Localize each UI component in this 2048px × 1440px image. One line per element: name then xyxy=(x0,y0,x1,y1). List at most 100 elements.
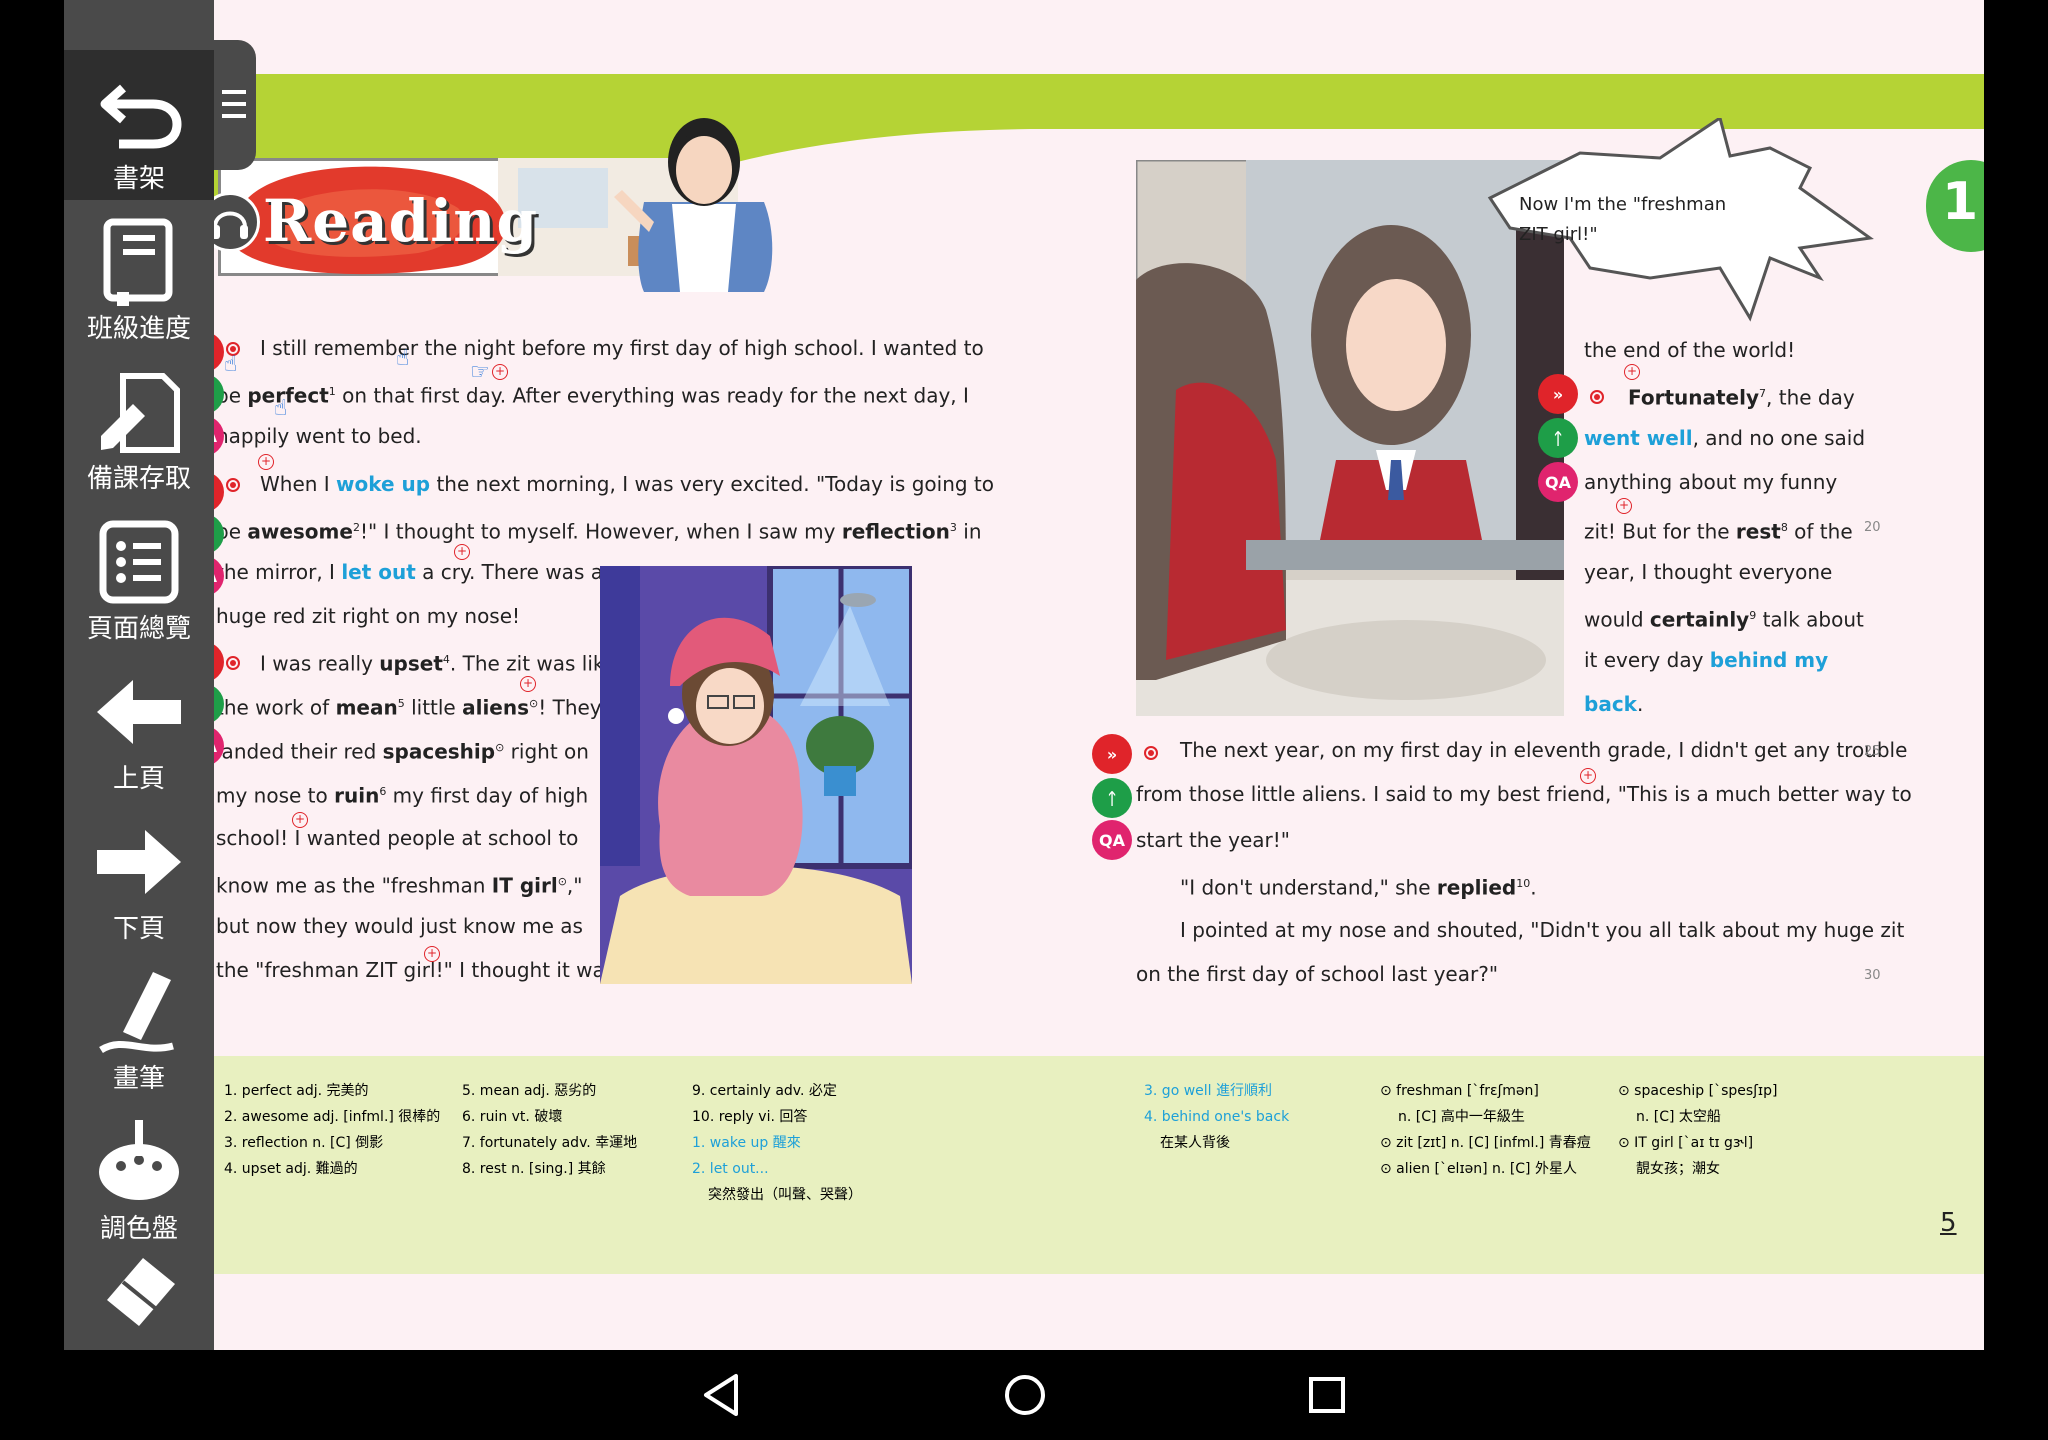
audio-marker-icon[interactable] xyxy=(226,478,240,492)
keyword-fortunately[interactable]: Fortunately xyxy=(1628,386,1759,410)
glossary-item[interactable]: 2. awesome adj. [infml.] 很棒的 xyxy=(224,1108,440,1126)
run-activity-icon[interactable]: » xyxy=(1092,734,1132,774)
glossary-item[interactable]: 1. wake up 醒來 xyxy=(692,1134,862,1152)
hand-pointer-icon[interactable]: ☝ xyxy=(274,396,287,421)
text-line: my nose to ruin6 my first day of high xyxy=(216,783,589,808)
glossary-item[interactable]: ⊙ IT girl [ˋaɪ tɪ gɝl] xyxy=(1618,1134,1777,1152)
keyword-upset[interactable]: upset xyxy=(379,652,443,676)
previous-page-button[interactable]: 上頁 xyxy=(64,650,214,800)
glossary-item[interactable]: 靚女孩；潮女 xyxy=(1618,1160,1777,1178)
home-circle-icon[interactable] xyxy=(1002,1372,1048,1418)
headphone-icon xyxy=(214,211,248,239)
hand-pointer-icon[interactable]: ☝ xyxy=(224,352,237,377)
text-line: school! I wanted people at school to xyxy=(216,826,579,850)
keyword-aliens[interactable]: aliens xyxy=(462,696,529,720)
glossary-col-5: ⊙ freshman [ˋfrɛʃmən] n. [C] 高中一年級生 ⊙ zi… xyxy=(1380,1082,1591,1178)
hand-pointer-icon[interactable]: ☞ xyxy=(470,360,490,385)
walk-activity-icon[interactable]: ᛏ xyxy=(1538,418,1578,458)
text-line: anything about my funny xyxy=(1584,470,1838,494)
keyword-perfect[interactable]: perfect xyxy=(247,384,328,408)
walk-activity-icon[interactable]: ᛏ xyxy=(1092,778,1132,818)
keyword-certainly[interactable]: certainly xyxy=(1650,608,1749,632)
keyword-ruin[interactable]: ruin xyxy=(334,784,379,808)
glossary-item[interactable]: n. [C] 太空船 xyxy=(1618,1108,1777,1126)
palette-icon xyxy=(99,1120,179,1200)
glossary-item[interactable]: 8. rest n. [sing.] 其餘 xyxy=(462,1160,637,1178)
keyword-replied[interactable]: replied xyxy=(1437,876,1516,900)
glossary-panel: 1. perfect adj. 完美的 2. awesome adj. [inf… xyxy=(214,1056,1984,1274)
pen-tool-button[interactable]: 畫筆 xyxy=(64,950,214,1100)
glossary-item[interactable]: ⊙ spaceship [ˋspesʃɪp] xyxy=(1618,1082,1777,1100)
bookshelf-button[interactable]: 書架 xyxy=(64,50,214,200)
lesson-storage-button[interactable]: 備課存取 xyxy=(64,350,214,500)
glossary-item[interactable]: ⊙ alien [ˋelɪən] n. [C] 外星人 xyxy=(1380,1160,1591,1178)
back-triangle-icon[interactable] xyxy=(700,1372,744,1418)
glossary-item[interactable]: 4. behind one's back xyxy=(1144,1108,1289,1126)
text-line: on the first day of school last year?" xyxy=(1136,962,1499,986)
glossary-item[interactable]: 7. fortunately adv. 幸運地 xyxy=(462,1134,637,1152)
glossary-item[interactable]: 在某人背後 xyxy=(1144,1134,1289,1152)
glossary-item[interactable]: ⊙ freshman [ˋfrɛʃmən] xyxy=(1380,1082,1591,1100)
glossary-item[interactable]: 3. go well 進行順利 xyxy=(1144,1082,1289,1100)
keyword-mean[interactable]: mean xyxy=(336,696,398,720)
phrase-let-out[interactable]: let out xyxy=(341,560,415,584)
run-activity-icon[interactable]: » xyxy=(214,332,224,372)
text-line: zit! But for the rest8 of the xyxy=(1584,519,1853,544)
glossary-item[interactable]: ⊙ zit [zɪt] n. [C] [infml.] 青春痘 xyxy=(1380,1134,1591,1152)
glossary-item[interactable]: 3. reflection n. [C] 倒影 xyxy=(224,1134,440,1152)
phrase-went-well[interactable]: went well xyxy=(1584,426,1693,450)
keyword-it-girl[interactable]: IT girl xyxy=(492,874,558,898)
teacher-illustration xyxy=(614,118,773,292)
annotation-plus-icon[interactable]: + xyxy=(258,454,274,470)
page-overview-button[interactable]: 頁面總覽 xyxy=(64,500,214,650)
text-line: year, I thought everyone xyxy=(1584,560,1833,584)
run-activity-icon[interactable]: » xyxy=(214,472,224,512)
hamburger-menu-icon xyxy=(222,90,246,118)
annotation-plus-icon[interactable]: + xyxy=(292,812,308,828)
run-activity-icon[interactable]: » xyxy=(214,642,224,682)
audio-marker-icon[interactable] xyxy=(1590,390,1604,404)
glossary-item[interactable]: 突然發出（叫聲、哭聲） xyxy=(692,1186,862,1204)
qa-button[interactable]: QA xyxy=(214,416,224,456)
annotation-plus-icon[interactable]: + xyxy=(492,364,508,380)
glossary-item[interactable]: 4. upset adj. 難過的 xyxy=(224,1160,440,1178)
run-activity-icon[interactable]: » xyxy=(1538,374,1578,414)
eraser-button[interactable] xyxy=(64,1240,214,1340)
keyword-reflection[interactable]: reflection xyxy=(842,520,950,544)
annotation-plus-icon[interactable]: + xyxy=(424,946,440,962)
glossary-item[interactable]: 10. reply vi. 回答 xyxy=(692,1108,862,1126)
annotation-plus-icon[interactable]: + xyxy=(1616,498,1632,514)
audio-headphone-button[interactable] xyxy=(214,192,260,252)
recents-square-icon[interactable] xyxy=(1306,1374,1348,1416)
system-navigation-bar xyxy=(0,1350,2048,1440)
next-page-button[interactable]: 下頁 xyxy=(64,800,214,950)
keyword-rest[interactable]: rest xyxy=(1736,520,1781,544)
palette-button[interactable]: 調色盤 xyxy=(64,1100,214,1250)
glossary-item[interactable]: n. [C] 高中一年級生 xyxy=(1380,1108,1591,1126)
glossary-item[interactable]: 2. let out... xyxy=(692,1160,862,1178)
glossary-item[interactable]: 5. mean adj. 惡劣的 xyxy=(462,1082,637,1100)
qa-button[interactable]: QA xyxy=(1092,820,1132,860)
glossary-item[interactable]: 1. perfect adj. 完美的 xyxy=(224,1082,440,1100)
keyword-awesome[interactable]: awesome xyxy=(247,520,353,544)
phrase-behind-my-back[interactable]: behind my xyxy=(1710,648,1828,672)
hand-pointer-icon[interactable]: ☝ xyxy=(396,346,409,371)
line-number: 25 xyxy=(1864,744,1881,759)
glossary-item[interactable]: 6. ruin vt. 破壞 xyxy=(462,1108,637,1126)
text-line: the end of the world! xyxy=(1584,338,1796,362)
keyword-spaceship[interactable]: spaceship xyxy=(383,740,495,764)
book-icon xyxy=(103,218,173,306)
glossary-col-3: 9. certainly adv. 必定 10. reply vi. 回答 1.… xyxy=(692,1082,862,1204)
qa-button[interactable]: QA xyxy=(1538,462,1578,502)
tool-label: 上頁 xyxy=(112,764,165,794)
annotation-plus-icon[interactable]: + xyxy=(454,544,470,560)
glossary-item[interactable]: 9. certainly adv. 必定 xyxy=(692,1082,862,1100)
audio-marker-icon[interactable] xyxy=(1144,746,1158,760)
glossary-col-6: ⊙ spaceship [ˋspesʃɪp] n. [C] 太空船 ⊙ IT g… xyxy=(1618,1082,1777,1178)
menu-toggle-button[interactable] xyxy=(214,40,256,170)
phrase-woke-up[interactable]: woke up xyxy=(336,472,430,496)
audio-marker-icon[interactable] xyxy=(226,656,240,670)
annotation-plus-icon[interactable]: + xyxy=(520,676,536,692)
class-progress-button[interactable]: 班級進度 xyxy=(64,200,214,350)
annotation-plus-icon[interactable]: + xyxy=(1624,364,1640,380)
